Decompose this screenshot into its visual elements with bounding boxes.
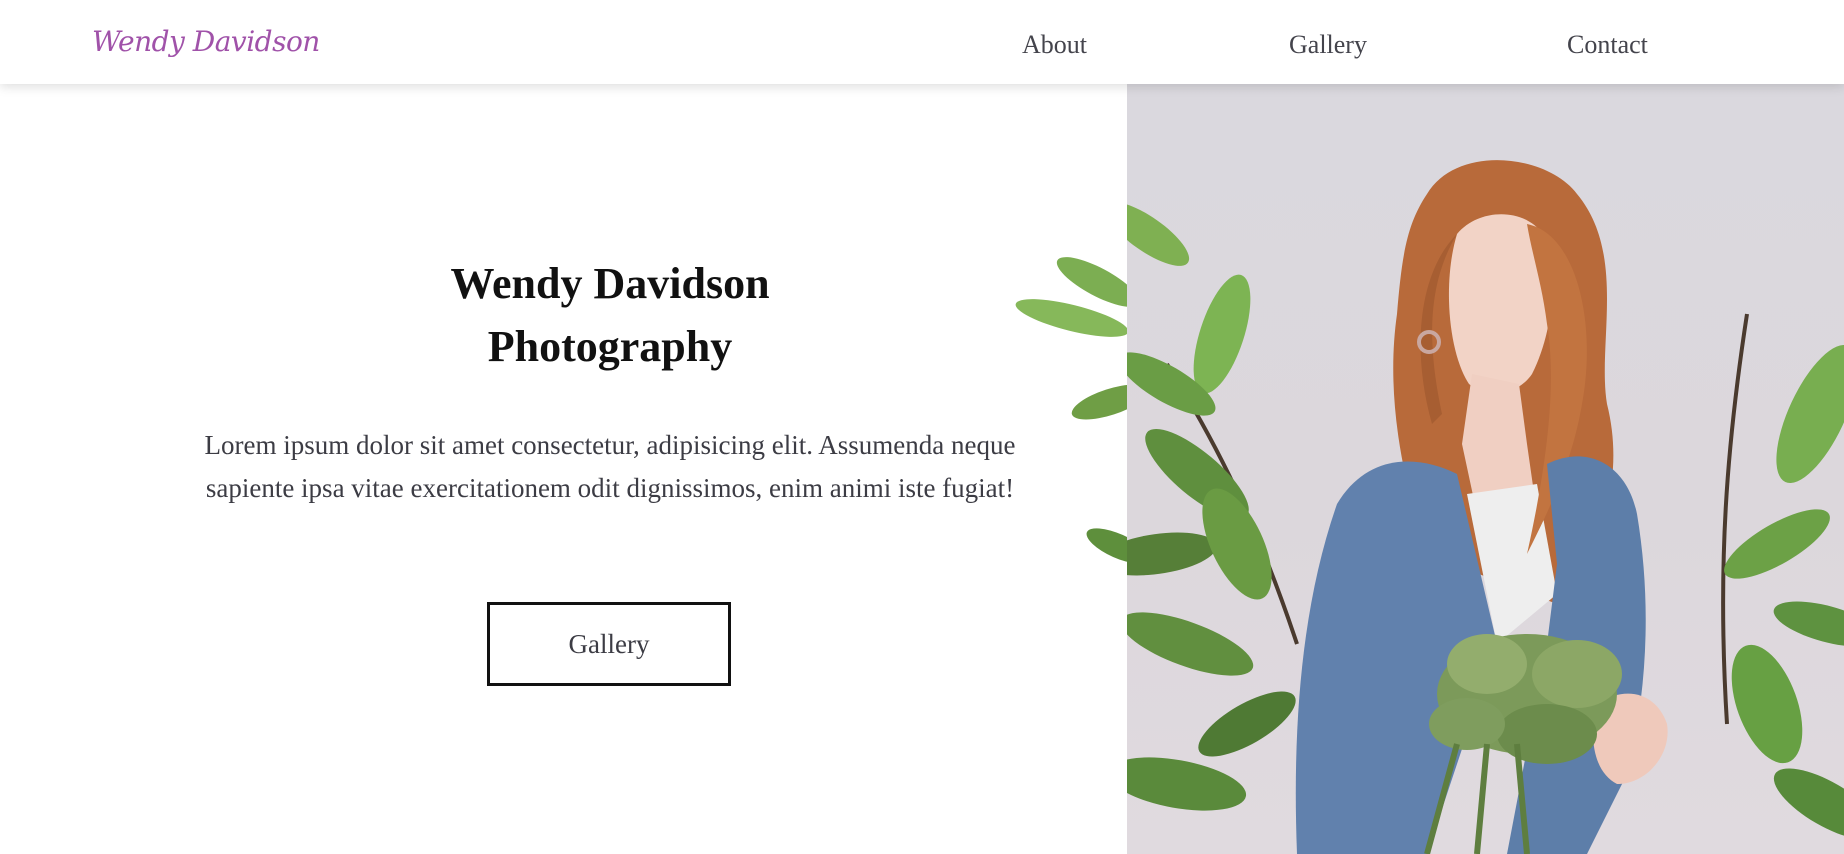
hero-description: Lorem ipsum dolor sit amet consectetur, … (204, 430, 1016, 503)
gallery-button[interactable]: Gallery (487, 602, 731, 686)
navbar: Wendy Davidson About Gallery Contact (0, 0, 1844, 84)
nav-link-contact[interactable]: Contact (1567, 25, 1648, 65)
page: Wendy Davidson About Gallery Contact Wen… (0, 0, 1844, 854)
hero-title-line-2: Photography (487, 322, 733, 371)
hero-section: Wendy Davidson Photography Lorem ipsum d… (160, 84, 1060, 854)
hero-photo (1127, 84, 1844, 854)
nav-link-about[interactable]: About (1022, 25, 1087, 65)
woman-with-flowers-image (1127, 160, 1844, 854)
nav-link-gallery[interactable]: Gallery (1289, 25, 1367, 65)
plant-leaves-image (1015, 257, 1150, 564)
brand-logo[interactable]: Wendy Davidson (92, 22, 320, 62)
hero-title-line-1: Wendy Davidson (450, 259, 770, 308)
hero-title: Wendy Davidson Photography (160, 252, 1060, 378)
